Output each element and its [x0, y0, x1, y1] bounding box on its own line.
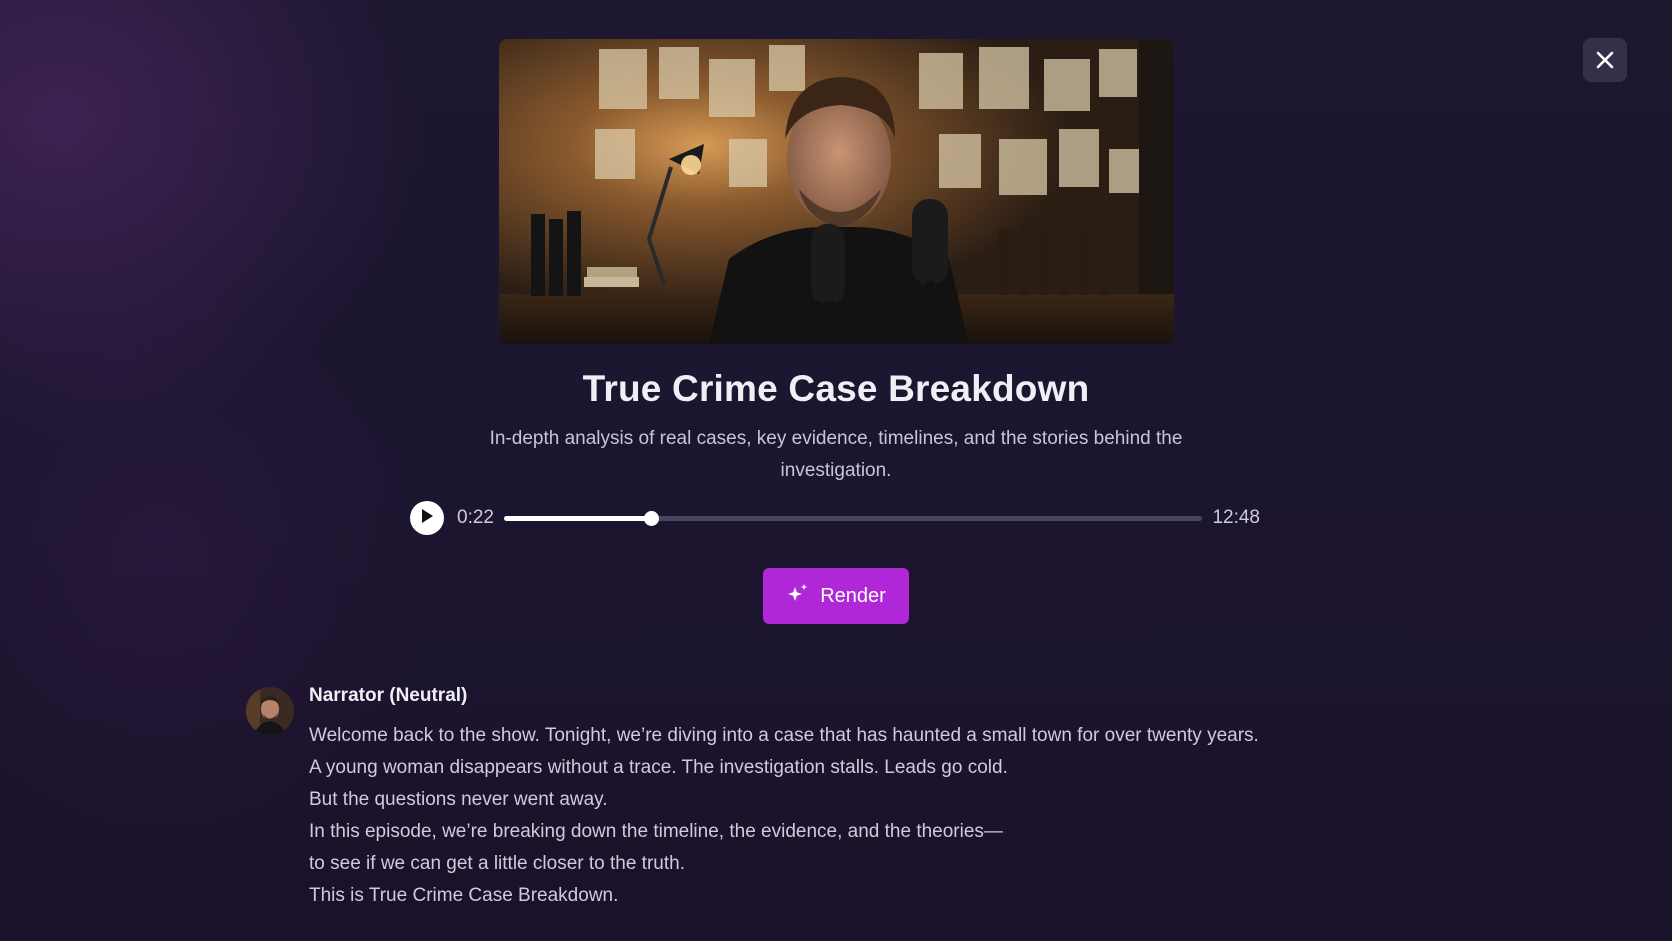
episode-title: True Crime Case Breakdown [582, 368, 1090, 409]
transcript-line: to see if we can get a little closer to … [309, 853, 685, 874]
seek-bar[interactable] [504, 511, 1202, 526]
transcript-line: But the questions never went away. [309, 789, 608, 810]
sparkle-icon [786, 582, 810, 611]
transcript-line: In this episode, we’re breaking down the… [309, 821, 1003, 842]
close-button[interactable] [1583, 38, 1627, 82]
render-button[interactable]: Render [763, 568, 909, 624]
episode-description: In-depth analysis of real cases, key evi… [489, 428, 1183, 481]
render-label: Render [820, 584, 886, 607]
total-duration: 12:48 [1212, 507, 1260, 528]
play-button[interactable] [410, 501, 444, 535]
speaker-name: Narrator (Neutral) [309, 685, 468, 706]
audio-player: 0:22 12:48 [410, 500, 1260, 536]
seek-bar-progress [504, 516, 651, 521]
transcript-text: Welcome back to the show. Tonight, we’re… [309, 720, 1409, 912]
transcript-line: A young woman disappears without a trace… [309, 757, 1008, 778]
narrator-avatar [246, 687, 294, 735]
transcript-line: This is True Crime Case Breakdown. [309, 885, 619, 906]
current-time: 0:22 [457, 507, 494, 528]
episode-cover-image [499, 39, 1174, 344]
close-icon [1596, 51, 1614, 69]
seek-handle[interactable] [643, 511, 659, 526]
play-icon [420, 508, 434, 529]
transcript-line: Welcome back to the show. Tonight, we’re… [309, 725, 1259, 746]
